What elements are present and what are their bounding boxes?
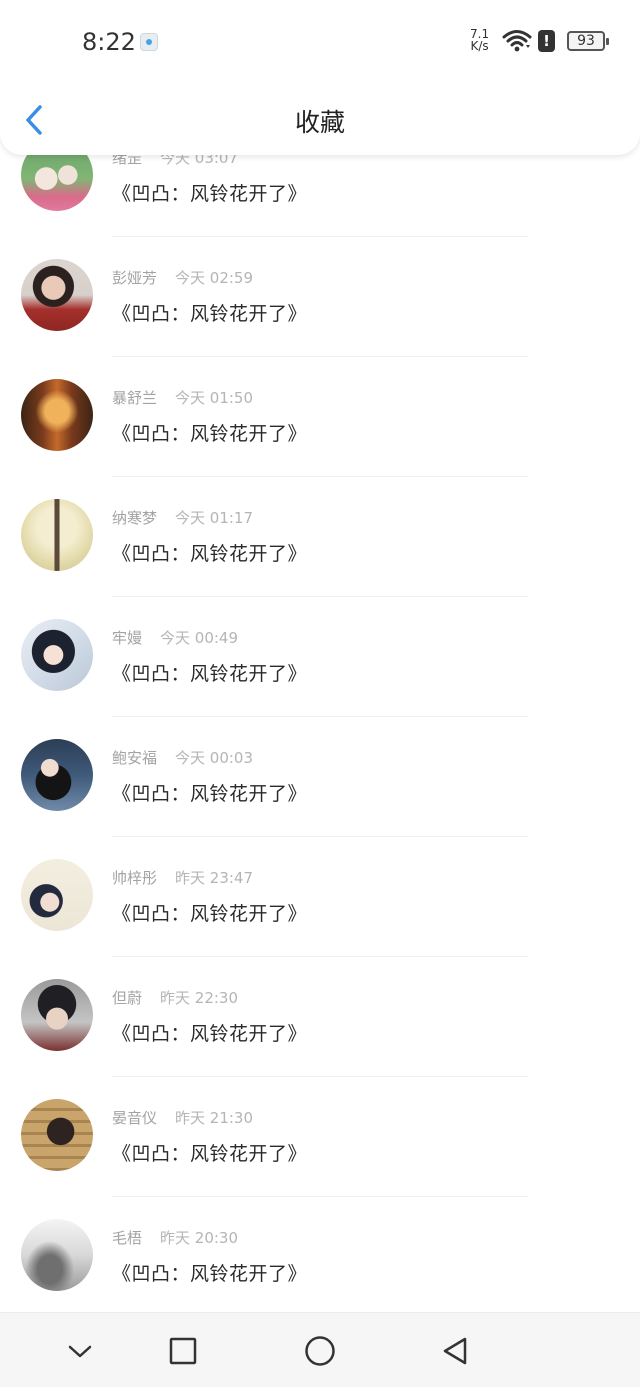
avatar[interactable] — [21, 499, 93, 571]
page-title: 收藏 — [294, 108, 345, 137]
item-title: 《凹凸：风铃花开了》 — [112, 303, 308, 325]
item-title: 《凹凸：风铃花开了》 — [112, 783, 308, 805]
timestamp: 今天 01:50 — [175, 389, 254, 407]
recent-apps-button[interactable] — [163, 1331, 203, 1371]
network-speed-unit: K/s — [470, 39, 489, 53]
item-title: 《凹凸：风铃花开了》 — [112, 1023, 308, 1045]
avatar[interactable] — [21, 739, 93, 811]
user-name: 彭娅芳 — [112, 269, 158, 287]
user-name: 牢嫚 — [112, 629, 143, 647]
item-title: 《凹凸：风铃花开了》 — [112, 543, 308, 565]
network-speed: 7.1 K/s — [470, 28, 489, 52]
avatar[interactable] — [21, 259, 93, 331]
favorites-screen: 绪罡 今天 03:07 《凹凸：风铃花开了》 彭娅芳 今天 02:59 《凹凸：风铃… — [0, 0, 640, 1387]
list-item[interactable]: 毛梧 昨天 20:30 《凹凸：风铃花开了》 — [0, 1197, 640, 1317]
list-item[interactable]: 暴舒兰 今天 01:50 《凹凸：风铃花开了》 — [0, 357, 640, 477]
user-name: 暴舒兰 — [112, 389, 158, 407]
user-name: 帅梓彤 — [112, 869, 158, 887]
item-title: 《凹凸：风铃花开了》 — [112, 663, 308, 685]
home-button[interactable] — [300, 1331, 340, 1371]
timestamp: 昨天 23:47 — [175, 869, 254, 887]
favorites-list[interactable]: 绪罡 今天 03:07 《凹凸：风铃花开了》 彭娅芳 今天 02:59 《凹凸：风铃… — [0, 117, 640, 1317]
avatar[interactable] — [21, 859, 93, 931]
timestamp: 昨天 20:30 — [160, 1229, 239, 1247]
list-item[interactable]: 牢嫚 今天 00:49 《凹凸：风铃花开了》 — [0, 597, 640, 717]
avatar[interactable] — [21, 379, 93, 451]
user-name: 晏音仪 — [112, 1109, 158, 1127]
system-nav-bar — [0, 1312, 640, 1387]
timestamp: 今天 00:03 — [175, 749, 254, 767]
status-time: 8:22 — [82, 28, 136, 56]
user-name: 鲍安福 — [112, 749, 158, 767]
list-item[interactable]: 晏音仪 昨天 21:30 《凹凸：风铃花开了》 — [0, 1077, 640, 1197]
top-bar: 8:22 7.1 K/s ! 93 收藏 — [0, 0, 640, 155]
timestamp: 昨天 21:30 — [175, 1109, 254, 1127]
back-nav-button[interactable] — [436, 1331, 476, 1371]
timestamp: 今天 01:17 — [175, 509, 254, 527]
alert-icon: ! — [538, 30, 555, 52]
item-title: 《凹凸：风铃花开了》 — [112, 423, 308, 445]
timestamp: 今天 00:49 — [160, 629, 239, 647]
battery-icon: 93 — [567, 31, 609, 51]
list-item[interactable]: 纳寒梦 今天 01:17 《凹凸：风铃花开了》 — [0, 477, 640, 597]
user-name: 但蔚 — [112, 989, 143, 1007]
list-item[interactable]: 鲍安福 今天 00:03 《凹凸：风铃花开了》 — [0, 717, 640, 837]
user-name: 毛梧 — [112, 1229, 143, 1247]
wifi-icon — [502, 30, 532, 52]
avatar[interactable] — [21, 1219, 93, 1291]
timestamp: 昨天 22:30 — [160, 989, 239, 1007]
list-item[interactable]: 彭娅芳 今天 02:59 《凹凸：风铃花开了》 — [0, 237, 640, 357]
item-title: 《凹凸：风铃花开了》 — [112, 183, 308, 205]
timestamp: 今天 02:59 — [175, 269, 254, 287]
list-item[interactable]: 帅梓彤 昨天 23:47 《凹凸：风铃花开了》 — [0, 837, 640, 957]
item-title: 《凹凸：风铃花开了》 — [112, 1143, 308, 1165]
avatar[interactable] — [21, 619, 93, 691]
avatar[interactable] — [21, 1099, 93, 1171]
user-name: 纳寒梦 — [112, 509, 158, 527]
item-title: 《凹凸：风铃花开了》 — [112, 1263, 308, 1285]
chevron-down-icon[interactable] — [60, 1331, 100, 1371]
avatar[interactable] — [21, 979, 93, 1051]
notification-app-icon — [140, 33, 158, 51]
list-item[interactable]: 但蔚 昨天 22:30 《凹凸：风铃花开了》 — [0, 957, 640, 1077]
item-title: 《凹凸：风铃花开了》 — [112, 903, 308, 925]
